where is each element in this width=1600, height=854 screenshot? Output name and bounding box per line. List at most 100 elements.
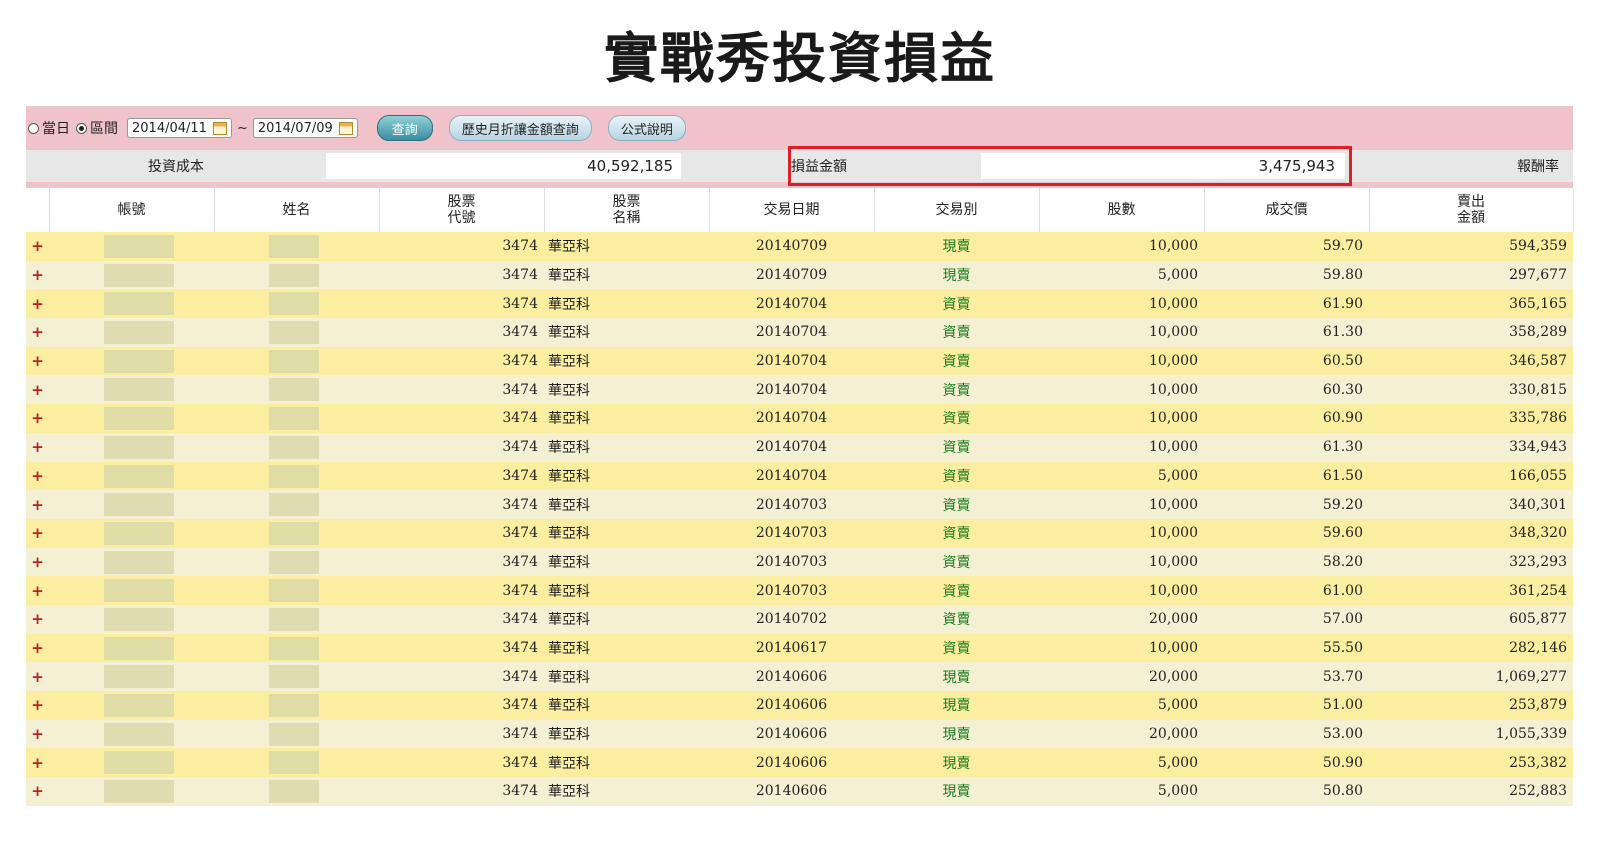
expand-plus-icon[interactable]: + <box>26 633 49 663</box>
expand-plus-icon[interactable]: + <box>26 490 49 519</box>
amount-cell: 361,254 <box>1369 576 1573 605</box>
expand-plus-icon[interactable]: + <box>26 662 49 691</box>
name-cell-masked <box>214 662 379 691</box>
header-code-line1: 股票 <box>447 194 476 210</box>
price-cell: 59.60 <box>1204 518 1369 548</box>
expand-plus-icon[interactable]: + <box>26 518 49 548</box>
header-stock[interactable]: 股票 名稱 <box>544 188 710 232</box>
trade-date-cell: 20140704 <box>709 375 874 405</box>
shares-cell: 10,000 <box>1039 232 1204 261</box>
radio-today-dot[interactable] <box>28 122 39 134</box>
stock-name-cell: 華亞科 <box>544 691 709 720</box>
table-row[interactable]: +3474 華亞科 20140704 資賣 5,000 61.50 166,055 <box>26 461 1573 491</box>
calendar-icon[interactable] <box>212 121 227 135</box>
expand-plus-icon[interactable]: + <box>26 461 49 491</box>
price-cell: 61.00 <box>1204 576 1369 605</box>
table-row[interactable]: +3474 華亞科 20140704 資賣 10,000 61.30 358,289 <box>26 318 1573 347</box>
table-row[interactable]: +3474 華亞科 20140606 現賣 5,000 50.80 252,883 <box>26 777 1573 806</box>
expand-plus-icon[interactable]: + <box>26 777 49 806</box>
table-row[interactable]: +3474 華亞科 20140703 資賣 10,000 58.20 323,293 <box>26 547 1573 577</box>
radio-range[interactable]: 區間 <box>76 118 118 138</box>
expand-plus-icon[interactable]: + <box>26 375 49 405</box>
table-row[interactable]: +3474 華亞科 20140703 資賣 10,000 59.60 348,320 <box>26 518 1573 548</box>
trade-type-cell: 資賣 <box>874 318 1039 347</box>
table-row[interactable]: +3474 華亞科 20140606 現賣 5,000 50.90 253,382 <box>26 748 1573 778</box>
stock-code-cell: 3474 <box>379 518 544 548</box>
formula-button[interactable]: 公式說明 <box>607 115 686 141</box>
header-type[interactable]: 交易別 <box>874 188 1040 232</box>
expand-plus-icon[interactable]: + <box>26 232 49 261</box>
expand-plus-icon[interactable]: + <box>26 346 49 376</box>
header-price[interactable]: 成交價 <box>1204 188 1370 232</box>
stock-code-cell: 3474 <box>379 748 544 778</box>
pl-value: 3,475,943 <box>981 153 1345 179</box>
table-row[interactable]: +3474 華亞科 20140703 資賣 10,000 59.20 340,301 <box>26 490 1573 519</box>
shares-cell: 10,000 <box>1039 375 1204 405</box>
table-row[interactable]: +3474 華亞科 20140606 現賣 5,000 51.00 253,879 <box>26 691 1573 720</box>
trade-type-cell: 資賣 <box>874 490 1039 519</box>
stock-name-cell: 華亞科 <box>544 604 709 634</box>
price-cell: 53.70 <box>1204 662 1369 691</box>
table-row[interactable]: +3474 華亞科 20140606 現賣 20,000 53.70 1,069,277 <box>26 662 1573 691</box>
shares-cell: 10,000 <box>1039 404 1204 433</box>
expand-plus-icon[interactable]: + <box>26 748 49 778</box>
date-from-field[interactable]: 2014/04/11 <box>127 118 232 138</box>
table-row[interactable]: +3474 華亞科 20140704 資賣 10,000 61.30 334,943 <box>26 432 1573 462</box>
header-account[interactable]: 帳號 <box>49 188 215 232</box>
header-date[interactable]: 交易日期 <box>709 188 875 232</box>
expand-plus-icon[interactable]: + <box>26 719 49 749</box>
expand-plus-icon[interactable]: + <box>26 691 49 720</box>
table-row[interactable]: +3474 華亞科 20140617 資賣 10,000 55.50 282,146 <box>26 633 1573 663</box>
stock-code-cell: 3474 <box>379 375 544 405</box>
return-label: 報酬率 <box>1517 159 1559 175</box>
account-cell-masked <box>49 346 214 376</box>
trade-date-cell: 20140709 <box>709 260 874 290</box>
header-code[interactable]: 股票 代號 <box>379 188 545 232</box>
amount-cell: 594,359 <box>1369 232 1573 261</box>
price-cell: 50.90 <box>1204 748 1369 778</box>
calendar-icon[interactable] <box>338 121 353 135</box>
table-row[interactable]: +3474 華亞科 20140702 資賣 20,000 57.00 605,877 <box>26 604 1573 634</box>
table-row[interactable]: +3474 華亞科 20140704 資賣 10,000 60.30 330,815 <box>26 375 1573 405</box>
header-amount-line2: 金額 <box>1457 210 1485 226</box>
stock-name-cell: 華亞科 <box>544 318 709 347</box>
table-row[interactable]: +3474 華亞科 20140709 現賣 10,000 59.70 594,359 <box>26 232 1573 261</box>
table-row[interactable]: +3474 華亞科 20140704 資賣 10,000 60.50 346,587 <box>26 346 1573 376</box>
history-discount-button[interactable]: 歷史月折讓金額查詢 <box>448 115 592 141</box>
radio-range-label: 區間 <box>90 121 118 137</box>
stock-name-cell: 華亞科 <box>544 461 709 491</box>
radio-range-dot[interactable] <box>76 122 87 134</box>
account-cell-masked <box>49 547 214 577</box>
radio-today[interactable]: 當日 <box>28 118 70 138</box>
table-row[interactable]: +3474 華亞科 20140704 資賣 10,000 61.90 365,165 <box>26 289 1573 319</box>
table-row[interactable]: +3474 華亞科 20140703 資賣 10,000 61.00 361,254 <box>26 576 1573 605</box>
name-cell-masked <box>214 289 379 319</box>
expand-plus-icon[interactable]: + <box>26 404 49 433</box>
expand-plus-icon[interactable]: + <box>26 604 49 634</box>
table-row[interactable]: +3474 華亞科 20140704 資賣 10,000 60.90 335,786 <box>26 404 1573 433</box>
stock-name-cell: 華亞科 <box>544 432 709 462</box>
expand-plus-icon[interactable]: + <box>26 576 49 605</box>
trade-date-cell: 20140703 <box>709 518 874 548</box>
query-button[interactable]: 查詢 <box>376 115 433 141</box>
expand-plus-icon[interactable]: + <box>26 547 49 577</box>
header-amount[interactable]: 賣出 金額 <box>1369 188 1574 232</box>
stock-name-cell: 華亞科 <box>544 518 709 548</box>
expand-plus-icon[interactable]: + <box>26 289 49 319</box>
account-cell-masked <box>49 260 214 290</box>
header-shares[interactable]: 股數 <box>1039 188 1205 232</box>
trade-type-cell: 資賣 <box>874 604 1039 634</box>
expand-plus-icon[interactable]: + <box>26 318 49 347</box>
name-cell-masked <box>214 318 379 347</box>
expand-plus-icon[interactable]: + <box>26 432 49 462</box>
price-cell: 61.50 <box>1204 461 1369 491</box>
stock-name-cell: 華亞科 <box>544 289 709 319</box>
account-cell-masked <box>49 576 214 605</box>
table-row[interactable]: +3474 華亞科 20140606 現賣 20,000 53.00 1,055,339 <box>26 719 1573 749</box>
table-row[interactable]: +3474 華亞科 20140709 現賣 5,000 59.80 297,677 <box>26 260 1573 290</box>
price-cell: 61.90 <box>1204 289 1369 319</box>
header-name[interactable]: 姓名 <box>214 188 380 232</box>
expand-plus-icon[interactable]: + <box>26 260 49 290</box>
date-to-field[interactable]: 2014/07/09 <box>252 118 358 138</box>
stock-name-cell: 華亞科 <box>544 346 709 376</box>
